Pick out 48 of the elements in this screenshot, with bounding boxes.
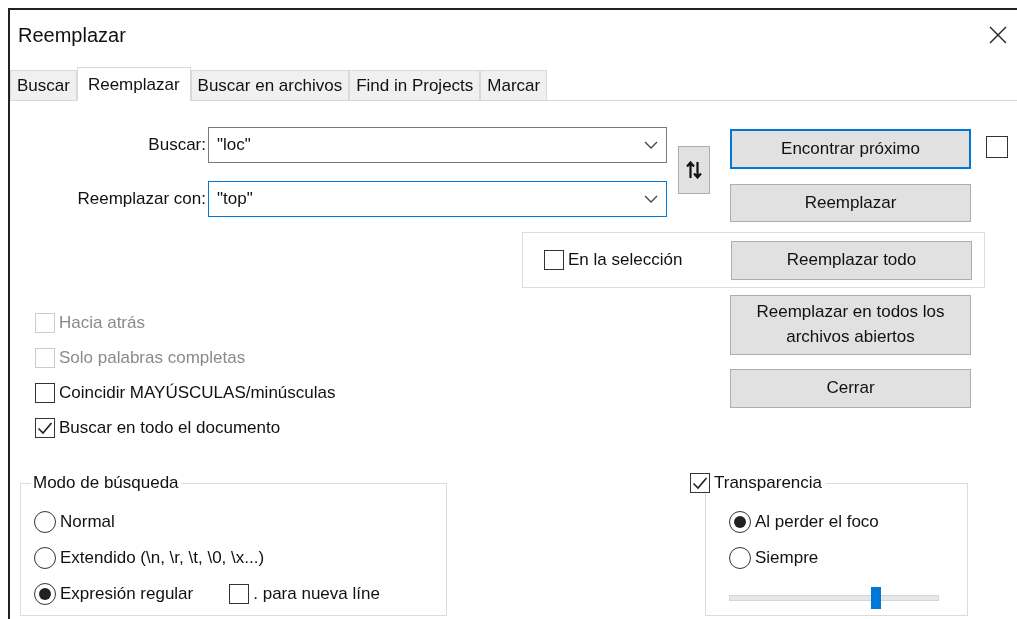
chevron-down-icon <box>644 141 658 149</box>
radio-label: Siempre <box>755 548 819 568</box>
checkbox[interactable] <box>986 136 1008 158</box>
checkmark-icon <box>37 421 53 435</box>
checkbox-label: En la selección <box>568 250 683 270</box>
checkbox-label: . para nueva líne <box>253 584 380 604</box>
dialog-button[interactable]: Reemplazar en todos los archivos abiertos <box>730 295 971 355</box>
combo-field[interactable]: "loc" <box>208 127 667 163</box>
transparency-slider[interactable] <box>729 587 939 609</box>
tab[interactable]: Buscar en archivos <box>190 70 350 100</box>
up-down-arrows-icon <box>686 161 702 179</box>
dialog-button[interactable]: Cerrar <box>730 369 971 408</box>
radio-label: Expresión regular <box>60 584 194 604</box>
chevron-down-icon <box>644 195 658 203</box>
tab[interactable]: Marcar <box>480 70 548 100</box>
tab[interactable]: Buscar <box>10 70 77 100</box>
radio-button[interactable] <box>729 547 751 569</box>
radio-button[interactable] <box>729 511 751 533</box>
checkbox[interactable] <box>35 383 55 403</box>
radio-button[interactable] <box>34 547 56 569</box>
close-icon <box>989 26 1007 44</box>
checkbox[interactable] <box>35 418 55 438</box>
swap-button[interactable] <box>678 146 710 194</box>
dialog-button[interactable]: Encontrar próximo <box>730 129 971 169</box>
dialog-button[interactable]: Reemplazar <box>730 184 971 222</box>
window-title: Reemplazar <box>18 23 126 47</box>
radio-label: Normal <box>60 512 115 532</box>
checkbox[interactable] <box>229 584 250 604</box>
radio-button[interactable] <box>34 583 56 605</box>
checkbox-label: Buscar en todo el documento <box>59 418 281 438</box>
combo-field[interactable]: "top" <box>208 181 667 217</box>
dialog-button[interactable]: Reemplazar todo <box>731 240 972 280</box>
field-label: Reemplazar con: <box>76 189 206 209</box>
radio-label: Extendido (\n, \r, \t, \0, \x...) <box>60 548 265 568</box>
tab[interactable]: Reemplazar <box>76 67 191 101</box>
slider-thumb[interactable] <box>871 587 881 609</box>
checkbox-label: Transparencia <box>714 473 823 493</box>
group-title: Modo de búsqueda <box>31 473 181 493</box>
checkbox-label: Coincidir MAYÚSCULAS/minúsculas <box>59 383 336 403</box>
field-label: Buscar: <box>147 135 206 155</box>
checkbox-label: Hacia atrás <box>59 313 145 333</box>
checkmark-icon <box>692 476 708 490</box>
checkbox[interactable] <box>690 473 710 493</box>
checkbox[interactable] <box>544 250 564 270</box>
radio-label: Al perder el foco <box>755 512 879 532</box>
radio-button[interactable] <box>34 511 56 533</box>
checkbox-label: Solo palabras completas <box>59 348 246 368</box>
tab[interactable]: Find in Projects <box>349 70 481 100</box>
